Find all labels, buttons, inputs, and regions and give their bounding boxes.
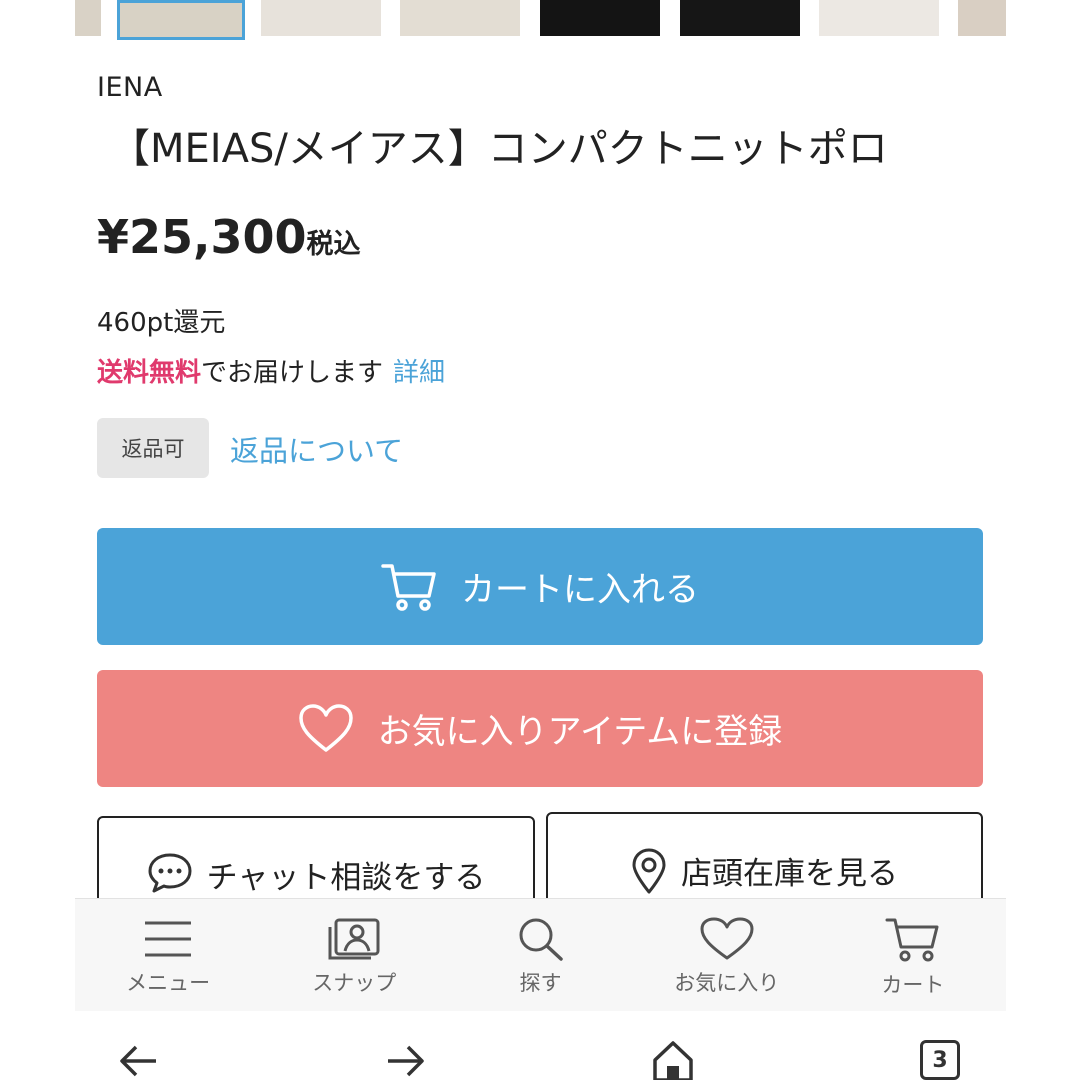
add-to-cart-button[interactable]: カートに入れる <box>97 528 983 645</box>
location-pin-icon <box>632 848 666 894</box>
thumbnail[interactable] <box>400 0 520 36</box>
thumbnail-strip[interactable] <box>75 0 1006 40</box>
search-icon <box>519 918 563 961</box>
tax-label: 税込 <box>306 229 361 260</box>
tab-snap-label: スナップ <box>312 971 397 995</box>
shipping-text: でお届けします <box>201 358 384 388</box>
cart-icon <box>885 918 939 962</box>
tab-favorites[interactable]: お気に入り <box>634 899 820 1011</box>
snap-icon <box>328 918 380 960</box>
cart-icon <box>381 563 436 611</box>
thumbnail[interactable] <box>958 0 1006 36</box>
add-to-cart-label: カートに入れる <box>461 570 699 610</box>
thumbnail[interactable] <box>261 0 381 36</box>
brand-name[interactable]: IENA <box>97 72 163 103</box>
thumbnail-selected[interactable] <box>117 0 245 40</box>
store-stock-label: 店頭在庫を見る <box>681 856 898 892</box>
chat-bubble-icon <box>148 853 192 893</box>
tab-search[interactable]: 探す <box>447 899 633 1011</box>
tab-cart[interactable]: カート <box>820 899 1006 1011</box>
back-arrow-icon[interactable] <box>118 1044 158 1078</box>
heart-icon <box>700 917 754 960</box>
bottom-tab-bar: メニュー スナップ 探す お気に入り カート <box>75 898 1006 1011</box>
points-reward: 460pt還元 <box>97 308 226 338</box>
add-to-favorites-label: お気に入りアイテムに登録 <box>377 712 783 752</box>
thumbnail[interactable] <box>540 0 660 36</box>
chat-consult-label: チャット相談をする <box>206 860 486 896</box>
forward-arrow-icon[interactable] <box>386 1044 426 1078</box>
tab-cart-label: カート <box>881 973 945 997</box>
tab-favorites-label: お気に入り <box>674 971 780 995</box>
thumbnail[interactable] <box>75 0 101 36</box>
shipping-detail-link[interactable]: 詳細 <box>393 358 445 388</box>
heart-icon <box>298 703 353 752</box>
price: ¥25,300税込 <box>97 210 361 264</box>
add-to-favorites-button[interactable]: お気に入りアイテムに登録 <box>97 670 983 787</box>
menu-icon <box>145 921 192 957</box>
thumbnail[interactable] <box>680 0 800 36</box>
tab-snap[interactable]: スナップ <box>261 899 447 1011</box>
tab-count-button[interactable]: 3 <box>920 1040 960 1080</box>
price-value: ¥25,300 <box>97 210 307 264</box>
shipping-info: 送料無料でお届けします 詳細 <box>97 352 445 389</box>
thumbnail[interactable] <box>819 0 939 36</box>
product-title: 【MEIAS/メイアス】コンパクトニットポロ <box>110 126 888 172</box>
tab-menu-label: メニュー <box>126 971 211 995</box>
tab-search-label: 探す <box>519 971 562 995</box>
tab-menu[interactable]: メニュー <box>75 899 261 1011</box>
home-icon[interactable] <box>652 1040 694 1080</box>
browser-toolbar <box>0 1012 1080 1080</box>
return-policy-link[interactable]: 返品について <box>230 428 403 470</box>
return-badge: 返品可 <box>97 418 209 478</box>
free-shipping-label: 送料無料 <box>97 358 202 388</box>
